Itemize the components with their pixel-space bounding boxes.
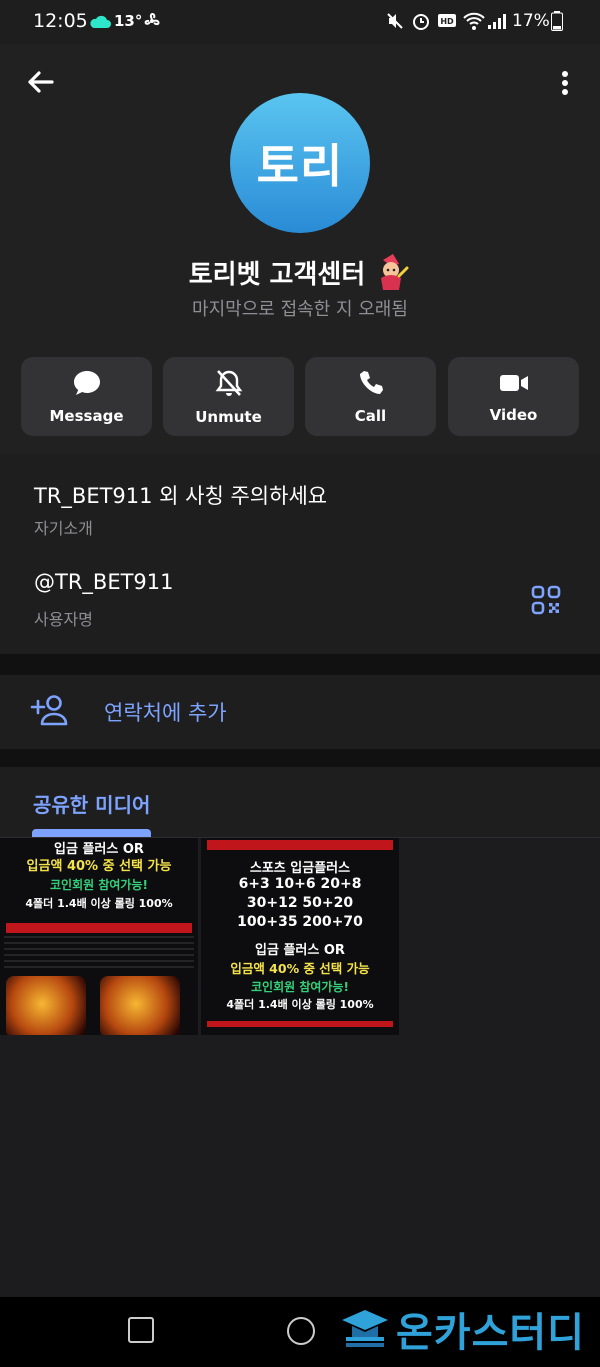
media-thumbnail[interactable]: 입금 플러스 OR 입금액 40% 중 선택 가능 코인회원 참여가능! 4폴더… <box>0 838 198 1035</box>
tab-indicator <box>32 829 151 837</box>
promo-line: 스포츠 입금플러스 <box>249 861 351 876</box>
message-icon <box>73 370 100 395</box>
promo-band <box>207 840 393 850</box>
section-divider <box>0 749 600 767</box>
coin-image <box>100 976 180 1035</box>
recent-apps-button[interactable] <box>128 1317 154 1343</box>
bio-text[interactable]: TR_BET911 외 사칭 주의하세요 <box>34 480 327 510</box>
last-seen-status: 마지막으로 접속한 지 오래됨 <box>192 299 408 320</box>
phone-icon <box>359 370 383 394</box>
call-button[interactable]: Call <box>305 357 436 436</box>
emoji-sticker-icon <box>381 254 409 290</box>
message-button[interactable]: Message <box>21 357 152 436</box>
promo-line: 4폴더 1.4배 이상 롤링 100% <box>25 897 173 910</box>
wifi-icon <box>463 12 485 30</box>
svg-text:HD: HD <box>440 17 454 26</box>
watermark-text: 온카스터디 <box>396 1310 585 1356</box>
signal-icon <box>488 14 506 29</box>
promo-line: 입금액 40% 중 선택 가능 <box>230 961 370 976</box>
add-contact-row[interactable] <box>0 675 600 749</box>
status-battery: 17% <box>512 11 550 31</box>
status-time: 12:05 <box>33 10 88 32</box>
promo-line: 입금액 40% 중 선택 가능 <box>26 859 172 874</box>
more-options-icon[interactable] <box>553 68 577 100</box>
promo-line: 30+12 50+20 <box>246 895 354 911</box>
promo-line: 코인회원 참여가능! <box>50 878 148 892</box>
add-contact-label[interactable]: 연락처에 추가 <box>104 697 227 727</box>
promo-line: 100+35 200+70 <box>237 914 363 930</box>
profile-name: 토리벳 고객센터 <box>188 259 366 290</box>
video-button[interactable]: Video <box>448 357 579 436</box>
qr-code-icon[interactable] <box>530 584 562 616</box>
video-button-label: Video <box>489 405 538 424</box>
promo-line: 코인회원 참여가능! <box>251 980 349 994</box>
bio-caption: 자기소개 <box>34 519 93 538</box>
battery-icon <box>551 11 563 31</box>
tab-shared-media[interactable]: 공유한 미디어 <box>33 789 150 818</box>
back-arrow-icon[interactable] <box>24 66 56 98</box>
promo-line: 입금 플러스 OR <box>255 943 345 958</box>
promo-band <box>6 923 192 933</box>
status-temperature: 13° <box>114 12 143 30</box>
hd-icon: HD <box>438 14 456 27</box>
profile-name-row: 토리벳 고객센터 <box>0 252 600 292</box>
add-user-icon <box>30 695 68 726</box>
promo-fineprint <box>4 936 194 972</box>
message-button-label: Message <box>49 406 124 425</box>
promo-line: 6+3 10+6 20+8 <box>238 876 362 892</box>
avatar-text: 토리 <box>256 139 344 193</box>
promo-band <box>207 1021 393 1027</box>
username-caption: 사용자명 <box>34 610 93 629</box>
promo-line: 4폴더 1.4배 이상 롤링 100% <box>226 998 374 1011</box>
media-thumbnail[interactable]: 스포츠 입금플러스 6+3 10+6 20+8 30+12 50+20 100+… <box>201 838 399 1035</box>
watermark: 온카스터디 <box>340 1301 585 1357</box>
video-icon <box>499 374 528 391</box>
home-button[interactable] <box>287 1317 315 1345</box>
alarm-icon <box>413 14 429 30</box>
mute-icon <box>387 13 403 29</box>
section-divider <box>0 654 600 675</box>
graduation-cap-icon <box>342 1310 388 1347</box>
username-text[interactable]: @TR_BET911 <box>34 570 174 594</box>
bell-off-icon <box>215 369 242 396</box>
call-button-label: Call <box>354 406 387 425</box>
coin-image <box>6 976 86 1035</box>
cloud-icon <box>90 15 111 28</box>
fan-icon <box>144 13 160 26</box>
unmute-button-label: Unmute <box>195 407 262 426</box>
avatar[interactable]: 토리 <box>230 93 370 233</box>
unmute-button[interactable]: Unmute <box>163 357 294 436</box>
